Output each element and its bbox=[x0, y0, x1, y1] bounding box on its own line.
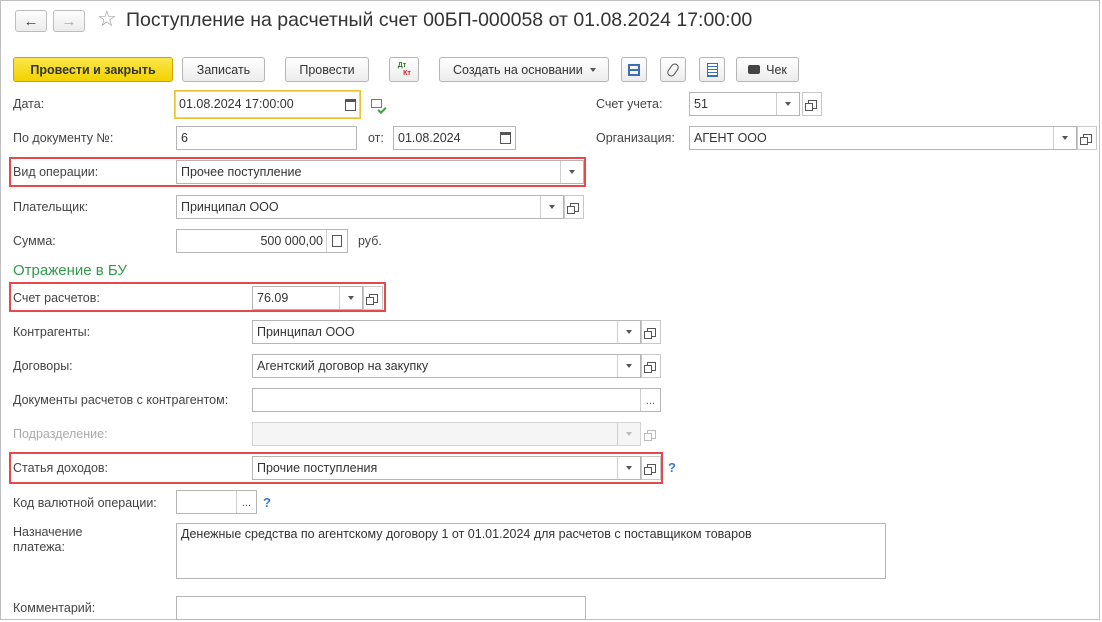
attach-button[interactable] bbox=[660, 57, 686, 82]
open-icon bbox=[643, 361, 656, 373]
back-button[interactable]: ← bbox=[15, 10, 47, 32]
payer-label: Плательщик: bbox=[13, 200, 89, 214]
purpose-label-line1: Назначение bbox=[13, 525, 83, 539]
structure-icon bbox=[628, 63, 640, 76]
settlement-docs-label: Документы расчетов с контрагентом: bbox=[13, 393, 229, 407]
organization-value: АГЕНТ ООО bbox=[694, 131, 767, 145]
open-icon bbox=[643, 327, 656, 339]
ellipsis-button[interactable]: ... bbox=[236, 491, 256, 513]
chevron-down-icon[interactable] bbox=[617, 355, 640, 377]
save-button[interactable]: Записать bbox=[182, 57, 265, 82]
from-date-value: 01.08.2024 bbox=[398, 131, 461, 145]
create-based-on-label: Создать на основании bbox=[453, 62, 583, 77]
purpose-value: Денежные средства по агентскому договору… bbox=[181, 527, 752, 541]
dt-kt-button[interactable]: Дт Кт bbox=[389, 57, 419, 82]
settlement-docs-field[interactable]: ... bbox=[252, 388, 661, 412]
calculator-icon[interactable] bbox=[326, 230, 347, 252]
division-field bbox=[252, 422, 641, 446]
check-button[interactable]: Чек bbox=[736, 57, 799, 82]
open-icon bbox=[643, 429, 656, 441]
help-icon[interactable]: ? bbox=[263, 495, 271, 510]
page-title: Поступление на расчетный счет 00БП-00005… bbox=[126, 9, 753, 31]
division-label: Подразделение: bbox=[13, 427, 108, 441]
ellipsis-button[interactable]: ... bbox=[640, 389, 660, 411]
account-label: Счет учета: bbox=[596, 97, 663, 111]
currency-label: руб. bbox=[358, 234, 382, 248]
contractors-value: Принципал ООО bbox=[257, 325, 355, 339]
chevron-down-icon bbox=[617, 423, 640, 445]
forward-button[interactable]: → bbox=[53, 10, 85, 32]
chevron-down-icon bbox=[589, 67, 596, 72]
printer-icon bbox=[748, 65, 761, 74]
dt-icon: Дт bbox=[397, 61, 407, 69]
amount-field[interactable]: 500 000,00 bbox=[176, 229, 348, 253]
edit-document-icon[interactable] bbox=[371, 99, 387, 115]
doc-number-label: По документу №: bbox=[13, 131, 114, 145]
help-icon[interactable]: ? bbox=[668, 460, 676, 475]
highlight-box bbox=[9, 452, 663, 484]
open-payer-button[interactable] bbox=[564, 195, 584, 219]
favorite-star-icon[interactable]: ☆ bbox=[97, 6, 117, 32]
section-title: Отражение в БУ bbox=[13, 262, 127, 279]
organization-label: Организация: bbox=[596, 131, 675, 145]
amount-value: 500 000,00 bbox=[260, 234, 323, 248]
currency-op-field[interactable]: ... bbox=[176, 490, 257, 514]
calendar-icon[interactable] bbox=[495, 127, 515, 149]
date-label: Дата: bbox=[13, 97, 45, 111]
check-label: Чек bbox=[766, 62, 787, 77]
date-field[interactable]: 01.08.2024 17:00:00 bbox=[174, 90, 361, 119]
chevron-down-icon[interactable] bbox=[617, 321, 640, 343]
open-icon bbox=[804, 99, 817, 111]
contracts-label: Договоры: bbox=[13, 359, 73, 373]
chevron-down-icon[interactable] bbox=[776, 93, 799, 115]
payer-value: Принципал ООО bbox=[181, 200, 279, 214]
open-division-button bbox=[641, 422, 661, 446]
arrow-right-icon: → bbox=[61, 12, 77, 30]
date-value: 01.08.2024 17:00:00 bbox=[179, 97, 294, 111]
paperclip-icon bbox=[665, 61, 681, 78]
chevron-down-icon[interactable] bbox=[1053, 127, 1076, 149]
contractors-label: Контрагенты: bbox=[13, 325, 91, 339]
currency-op-label: Код валютной операции: bbox=[13, 496, 157, 510]
create-based-on-button[interactable]: Создать на основании bbox=[439, 57, 609, 82]
highlight-box bbox=[9, 157, 586, 187]
list-icon bbox=[706, 62, 718, 77]
contractors-field[interactable]: Принципал ООО bbox=[252, 320, 641, 344]
open-account-button[interactable] bbox=[802, 92, 822, 116]
account-field[interactable]: 51 bbox=[689, 92, 800, 116]
structure-button[interactable] bbox=[621, 57, 647, 82]
comment-field[interactable] bbox=[176, 596, 586, 620]
doc-number-field[interactable]: 6 bbox=[176, 126, 357, 150]
post-and-close-button[interactable]: Провести и закрыть bbox=[13, 57, 173, 82]
open-contracts-button[interactable] bbox=[641, 354, 661, 378]
organization-field[interactable]: АГЕНТ ООО bbox=[689, 126, 1077, 150]
from-label: от: bbox=[368, 131, 384, 145]
contracts-field[interactable]: Агентский договор на закупку bbox=[252, 354, 641, 378]
kt-icon: Кт bbox=[403, 69, 411, 77]
from-date-field[interactable]: 01.08.2024 bbox=[393, 126, 516, 150]
open-organization-button[interactable] bbox=[1077, 126, 1097, 150]
account-value: 51 bbox=[694, 97, 708, 111]
list-button[interactable] bbox=[699, 57, 725, 82]
purpose-label-line2: платежа: bbox=[13, 540, 65, 554]
post-button[interactable]: Провести bbox=[285, 57, 369, 82]
contracts-value: Агентский договор на закупку bbox=[257, 359, 429, 373]
open-contractors-button[interactable] bbox=[641, 320, 661, 344]
calendar-icon[interactable] bbox=[340, 94, 360, 116]
amount-label: Сумма: bbox=[13, 234, 56, 248]
comment-label: Комментарий: bbox=[13, 601, 96, 615]
arrow-left-icon: ← bbox=[23, 12, 39, 30]
payer-field[interactable]: Принципал ООО bbox=[176, 195, 564, 219]
open-icon bbox=[566, 202, 579, 214]
highlight-box bbox=[9, 282, 386, 312]
purpose-textarea[interactable]: Денежные средства по агентскому договору… bbox=[176, 523, 886, 579]
chevron-down-icon[interactable] bbox=[540, 196, 563, 218]
doc-number-value: 6 bbox=[181, 131, 188, 145]
open-icon bbox=[1079, 133, 1092, 145]
